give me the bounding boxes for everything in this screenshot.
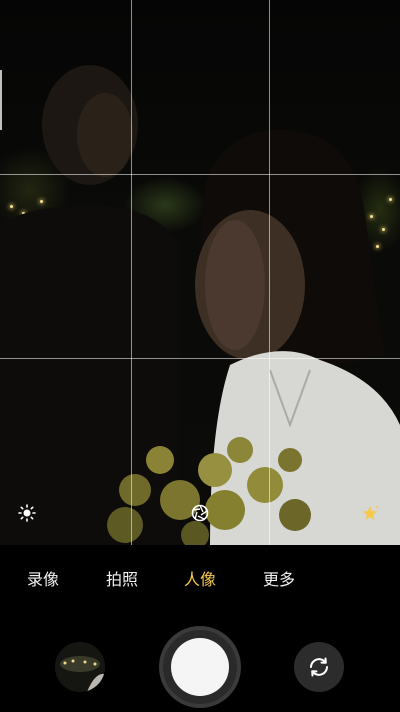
mode-photo[interactable]: 拍照	[106, 566, 138, 590]
mode-portrait[interactable]: 人像	[184, 566, 216, 590]
last-photo-preview	[55, 642, 105, 692]
mode-more[interactable]: 更多	[263, 566, 295, 590]
camera-app-screen: 录像 拍照 人像 更多	[0, 0, 400, 712]
grid-line-horizontal	[0, 358, 400, 359]
grid-line-vertical	[269, 0, 270, 545]
mode-video[interactable]: 录像	[27, 566, 59, 590]
aperture-icon[interactable]	[187, 500, 213, 526]
shutter-button-inner[interactable]	[171, 638, 229, 696]
switch-camera-icon	[310, 657, 328, 677]
sun-icon[interactable]	[14, 500, 40, 526]
camera-viewfinder[interactable]	[0, 0, 400, 545]
switch-camera-button[interactable]	[294, 642, 344, 692]
shutter-button[interactable]	[159, 626, 241, 708]
flower-bouquet	[107, 437, 311, 545]
gallery-thumbnail[interactable]	[55, 642, 105, 692]
side-panel-handle[interactable]	[0, 70, 2, 130]
grid-line-horizontal	[0, 174, 400, 175]
sparkle-star-icon[interactable]	[358, 500, 384, 526]
grid-line-vertical	[131, 0, 132, 545]
camera-mode-selector: 录像 拍照 人像 更多	[0, 556, 400, 596]
